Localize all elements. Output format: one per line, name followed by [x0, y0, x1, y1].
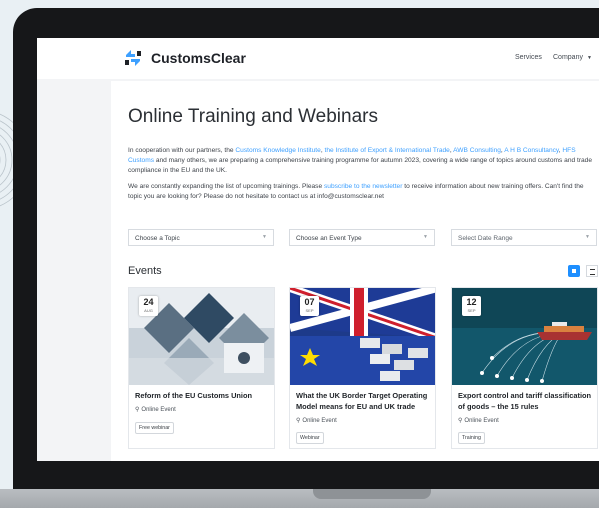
- event-card[interactable]: 12 SEP Export control and tariff classif…: [451, 287, 598, 449]
- location-pin-icon: ⚲: [296, 418, 301, 424]
- event-tag: Free webinar: [135, 422, 174, 434]
- event-title[interactable]: Export control and tariff classification…: [458, 390, 596, 412]
- event-date-badge: 07 SEP: [300, 296, 319, 316]
- link-subscribe-newsletter[interactable]: subscribe to the newsletter: [324, 183, 402, 190]
- list-view-toggle[interactable]: [586, 265, 598, 277]
- event-location: ⚲ Online Event: [135, 406, 176, 413]
- intro-text: In cooperation with our partners, the: [128, 147, 236, 154]
- brand-name[interactable]: CustomsClear: [151, 50, 246, 66]
- nav-services[interactable]: Services: [515, 54, 542, 61]
- event-day: 07: [304, 297, 315, 307]
- laptop-notch: [313, 489, 431, 499]
- chevron-down-icon: ▼: [423, 234, 428, 240]
- event-tag: Training: [458, 432, 485, 444]
- event-card[interactable]: 07 SEP What the UK Border Target Operati…: [289, 287, 436, 449]
- event-day: 24: [143, 297, 154, 307]
- events-heading: Events: [128, 265, 162, 277]
- event-type-select[interactable]: Choose an Event Type ▼: [289, 229, 435, 246]
- event-date-badge: 24 AUG: [139, 296, 158, 316]
- event-day: 12: [466, 297, 477, 307]
- link-customs-knowledge-institute[interactable]: Customs Knowledge Institute: [235, 147, 320, 154]
- chevron-down-icon: ▼: [585, 234, 590, 240]
- grid-view-toggle[interactable]: [568, 265, 580, 277]
- location-pin-icon: ⚲: [135, 407, 140, 413]
- location-pin-icon: ⚲: [458, 418, 463, 424]
- page-title: Online Training and Webinars: [128, 106, 378, 127]
- event-month: AUG: [144, 308, 153, 313]
- event-location-label: Online Event: [141, 407, 176, 413]
- event-location: ⚲ Online Event: [458, 417, 499, 424]
- event-month: SEP: [467, 308, 476, 313]
- event-month: SEP: [305, 308, 314, 313]
- newsletter-text: We are constantly expanding the list of …: [128, 183, 324, 190]
- event-date-badge: 12 SEP: [462, 296, 481, 316]
- link-ahb-consultancy[interactable]: A H B Consultancy: [504, 147, 559, 154]
- intro-paragraph: In cooperation with our partners, the Cu…: [128, 146, 598, 176]
- newsletter-paragraph: We are constantly expanding the list of …: [128, 182, 598, 202]
- date-range-select-value: Select Date Range: [458, 235, 513, 242]
- topic-select[interactable]: Choose a Topic ▼: [128, 229, 274, 246]
- link-institute-of-export[interactable]: the Institute of Export & International …: [324, 147, 449, 154]
- event-location-label: Online Event: [302, 418, 337, 424]
- intro-text: and many others, we are preparing a comp…: [128, 157, 593, 174]
- chevron-down-icon: ▼: [262, 234, 267, 240]
- date-range-select[interactable]: Select Date Range ▼: [451, 229, 597, 246]
- event-location: ⚲ Online Event: [296, 417, 337, 424]
- chevron-down-icon: ▼: [586, 55, 592, 61]
- link-awb-consulting[interactable]: AWB Consulting: [453, 147, 501, 154]
- laptop-base: [0, 489, 599, 508]
- top-navbar: CustomsClear Services Company ▼: [37, 38, 599, 79]
- nav-company[interactable]: Company ▼: [553, 54, 592, 61]
- browser-viewport: CustomsClear Services Company ▼ Online Tr…: [37, 38, 599, 461]
- event-title[interactable]: Reform of the EU Customs Union: [135, 390, 273, 401]
- event-type-select-value: Choose an Event Type: [296, 235, 362, 242]
- nav-company-label: Company: [553, 54, 583, 61]
- event-card[interactable]: 24 AUG Reform of the EU Customs Union ⚲ O…: [128, 287, 275, 449]
- topic-select-value: Choose a Topic: [135, 235, 180, 242]
- event-tag: Webinar: [296, 432, 324, 444]
- event-location-label: Online Event: [464, 418, 499, 424]
- logo-icon[interactable]: [123, 48, 143, 68]
- event-title[interactable]: What the UK Border Target Operating Mode…: [296, 390, 434, 412]
